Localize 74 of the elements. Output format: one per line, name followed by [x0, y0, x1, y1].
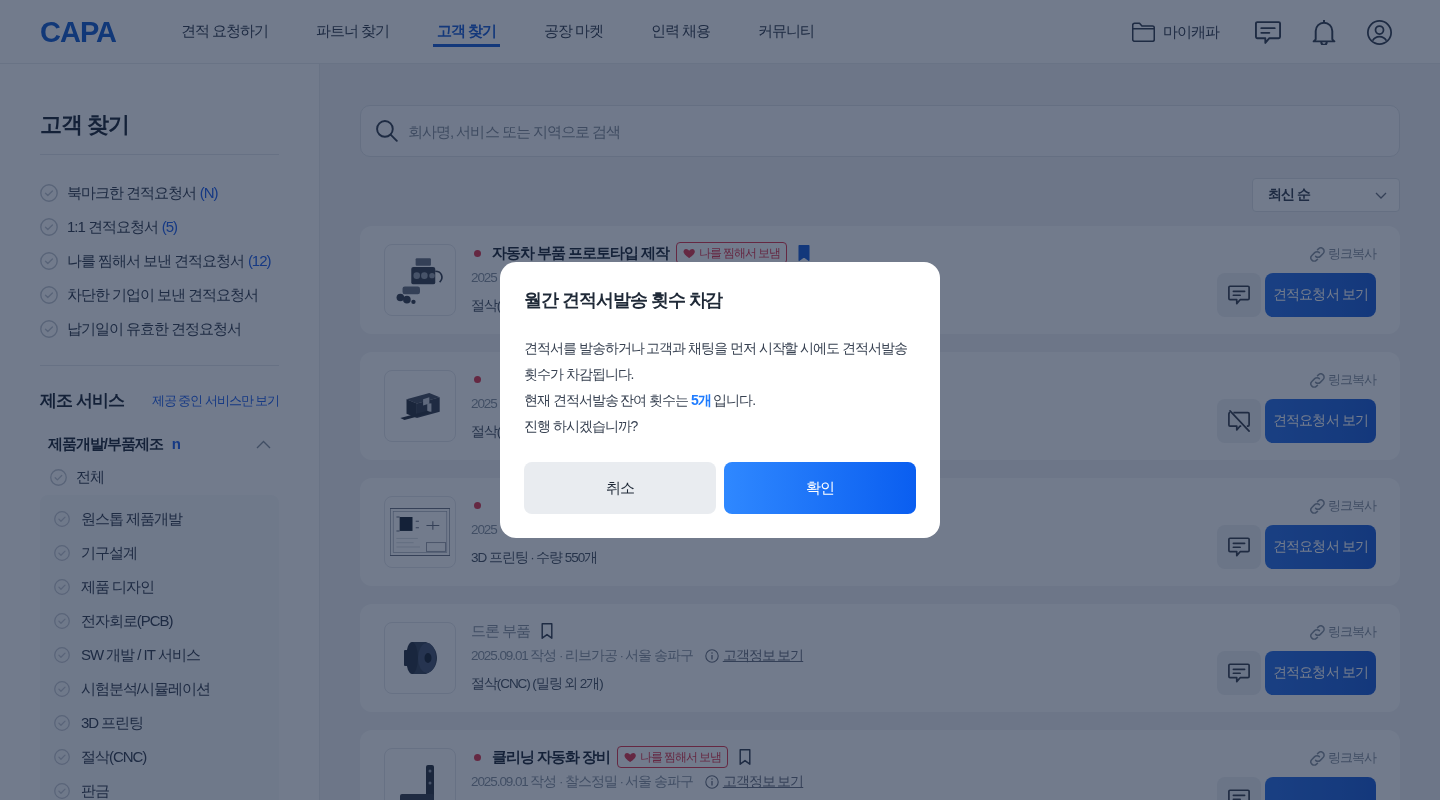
filter-option[interactable]: 전체 [40, 465, 279, 489]
blueprint-drawing [390, 508, 450, 556]
filter-option[interactable]: 차단한 기업이 보낸 견적요청서 [40, 283, 279, 307]
sort-dropdown[interactable]: 최신 순 [1252, 178, 1400, 212]
chat-icon[interactable] [1255, 20, 1281, 44]
folder-icon [1132, 22, 1156, 42]
profile-icon[interactable] [1367, 19, 1392, 45]
tag-label: 나를 찜해서 보냄 [639, 749, 721, 765]
modal-message: 진행 하시겠습니까? [524, 417, 639, 436]
bookmark-icon[interactable] [797, 245, 810, 261]
service-summary: 절삭( [471, 297, 501, 315]
link-icon [1310, 498, 1326, 514]
bookmark-icon[interactable] [738, 749, 751, 765]
link-icon [1310, 372, 1326, 388]
filter-option[interactable]: 원스톱 제품개발 [54, 507, 265, 531]
tag-label: 나를 찜해서 보냄 [698, 245, 780, 261]
filter-option[interactable]: SW 개발 / IT 서비스 [54, 643, 265, 667]
filter-link[interactable]: 제공 중인 서비스만 보기 [151, 392, 279, 410]
section-title: 제조 서비스 [40, 390, 124, 412]
filter-option[interactable]: 나를 찜해서 보낸 견적요청서 (12) [40, 249, 279, 273]
customer-info-link[interactable]: 고객정보 보기 [704, 773, 804, 791]
modal-title: 월간 견적서발송 횟수 차감 [524, 289, 724, 312]
view-request-button[interactable]: 견적요청서 보기 [1265, 399, 1376, 443]
filter-option[interactable]: 절삭(CNC) [54, 745, 265, 769]
filter-option[interactable]: 1:1 견적요청서 (5) [40, 215, 279, 239]
chat-button[interactable] [1217, 273, 1261, 317]
filter-option[interactable]: 판금 [54, 779, 265, 800]
service-summary: 절삭( [471, 423, 501, 441]
link-icon [1310, 624, 1326, 640]
nav-tab[interactable]: 고객 찾기 [432, 10, 500, 47]
sidebar-title: 고객 찾기 [40, 110, 279, 155]
info-icon [704, 649, 719, 663]
category-toggle[interactable]: 제품개발/부품제조 n [40, 433, 279, 455]
filter-option[interactable]: 전자회로(PCB) [54, 609, 265, 633]
service-summary: 3D 프린팅 · 수량 550개 [471, 549, 597, 567]
chat-button[interactable] [1217, 399, 1261, 443]
link-icon [1310, 246, 1326, 262]
request-title[interactable]: 자동차 부품 프로토타입 제작 [492, 242, 669, 264]
chat-button[interactable] [1217, 651, 1261, 695]
filter-option[interactable]: 제품 디자인 [54, 575, 265, 599]
bookmark-icon[interactable] [540, 623, 553, 639]
service-summary: 절삭(CNC) (밀링 외 2개) [471, 675, 603, 693]
view-request-button[interactable]: 견적요청서 보기 [1265, 273, 1376, 317]
filter-option[interactable]: 납기일이 유효한 견정요청서 [40, 317, 279, 341]
filter-option[interactable]: 북마크한 견적요청서 (N) [40, 181, 279, 205]
nav-tab[interactable]: 인력 채용 [646, 10, 714, 47]
info-icon [704, 775, 719, 789]
nav-tab[interactable]: 공장 마켓 [539, 10, 607, 47]
filter-option[interactable]: 3D 프린팅 [54, 711, 265, 735]
link-icon [1310, 750, 1326, 766]
filter-option[interactable]: 기구설계 [54, 541, 265, 565]
confirm-button[interactable]: 확인 [724, 462, 916, 514]
modal-message: 견적서를 발송하거나 고객과 채팅을 먼저 시작할 시에도 견적서발송 횟수가 차감됩니다. [524, 339, 908, 384]
nav-tab[interactable]: 파트너 찾기 [311, 10, 393, 47]
cylinder-drawing [403, 642, 437, 674]
frame-drawing [400, 392, 440, 420]
modal-message: 현재 견적서발송 잔여 횟수는 5개 입니다. [524, 391, 757, 410]
nav-tab[interactable]: 견적 요청하기 [177, 10, 272, 47]
view-request-button[interactable]: 견적요청서 보기 [1265, 651, 1376, 695]
logo[interactable]: CAPA [40, 16, 117, 48]
view-request-button[interactable]: 견적요청서 보기 [1265, 525, 1376, 569]
nav-tab[interactable]: 커뮤니티 [753, 10, 818, 47]
filter-option[interactable]: 시험분석/시뮬레이션 [54, 677, 265, 701]
engine-drawing [396, 256, 444, 304]
heart-icon [623, 751, 636, 763]
chevron-down-icon [1375, 191, 1387, 199]
search-icon [376, 120, 398, 142]
chat-button[interactable] [1217, 525, 1261, 569]
cancel-button[interactable]: 취소 [524, 462, 716, 514]
heart-icon [682, 247, 695, 259]
request-title[interactable]: 클리닝 자동화 장비 [492, 746, 610, 768]
customer-info-link[interactable]: 고객정보 보기 [704, 647, 804, 665]
notification-bell-icon[interactable] [1312, 19, 1336, 45]
my-page-link[interactable]: 마이캐파 [1132, 22, 1219, 42]
